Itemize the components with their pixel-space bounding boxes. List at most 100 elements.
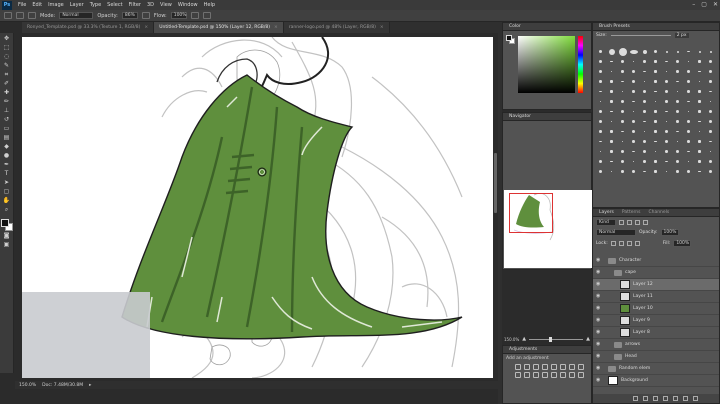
visibility-eye-icon[interactable]: ◉ (596, 378, 602, 383)
close-tab-icon[interactable]: × (144, 25, 148, 30)
layer-name[interactable]: Layer 9 (633, 318, 650, 323)
hue-saturation-icon[interactable] (560, 364, 566, 370)
status-arrow-icon[interactable]: ▸ (89, 383, 91, 388)
brush-preset-tip[interactable] (629, 77, 638, 86)
brush-preset-tip[interactable] (640, 127, 649, 136)
menu-3d[interactable]: 3D (144, 2, 157, 8)
lock-transparent-icon[interactable] (610, 241, 616, 246)
brush-preset-tip[interactable] (640, 57, 649, 66)
layer-opacity-field[interactable]: 100% (660, 229, 679, 236)
close-window-button[interactable]: ✕ (713, 1, 718, 8)
brush-preset-tip[interactable] (684, 117, 693, 126)
visibility-eye-icon[interactable]: ◉ (596, 294, 602, 299)
brush-preset-tip[interactable] (607, 127, 616, 136)
color-picker-field[interactable] (518, 36, 575, 93)
gradient-tool-icon[interactable]: ▤ (2, 134, 12, 142)
tab-channels[interactable]: Channels (645, 210, 672, 215)
quick-mask-icon[interactable]: ◙ (2, 232, 12, 240)
brush-preset-tip[interactable] (684, 147, 693, 156)
layer-row[interactable]: ◉ Random elem (593, 363, 719, 375)
crop-tool-icon[interactable]: ⌗ (2, 71, 12, 79)
brush-preset-tip[interactable] (651, 87, 660, 96)
brush-preset-tip[interactable] (596, 147, 605, 156)
layer-name[interactable]: Head (625, 354, 637, 359)
visibility-eye-icon[interactable]: ◉ (596, 306, 602, 311)
brush-preset-tip[interactable] (651, 127, 660, 136)
color-balance-icon[interactable] (569, 364, 575, 370)
filter-type-icon[interactable] (635, 220, 640, 225)
layer-name[interactable]: Layer 8 (633, 330, 650, 335)
brush-preset-tip[interactable] (629, 147, 638, 156)
opacity-field[interactable]: 86% (121, 12, 138, 19)
brush-preset-tip[interactable] (629, 107, 638, 116)
menu-type[interactable]: Type (87, 2, 104, 8)
layer-name[interactable]: Background (621, 378, 648, 383)
brush-preset-tip[interactable] (607, 167, 616, 176)
brush-preset-tip[interactable] (695, 107, 704, 116)
brush-preset-tip[interactable] (629, 97, 638, 106)
zoom-tool-icon[interactable]: ⌕ (2, 206, 12, 214)
brush-preset-tip[interactable] (695, 67, 704, 76)
hand-tool-icon[interactable]: ✋ (2, 197, 12, 205)
brush-preset-tip[interactable] (640, 97, 649, 106)
brush-preset-tip[interactable] (596, 57, 605, 66)
blend-mode-select[interactable]: Normal (596, 229, 636, 236)
brush-preset-tip[interactable] (629, 137, 638, 146)
brush-preset-tip[interactable] (596, 67, 605, 76)
history-brush-tool-icon[interactable]: ↺ (2, 116, 12, 124)
shape-tool-icon[interactable]: ▢ (2, 188, 12, 196)
brush-preset-tip[interactable] (651, 167, 660, 176)
layer-row[interactable]: ◉ Head (593, 351, 719, 363)
brush-preset-tip[interactable] (651, 157, 660, 166)
threshold-icon[interactable] (560, 372, 566, 378)
brush-preset-tip[interactable] (684, 107, 693, 116)
brush-preset-tip[interactable] (618, 107, 627, 116)
brush-preset-tip[interactable] (684, 97, 693, 106)
foreground-color-swatch[interactable] (0, 219, 9, 227)
brush-preset-tip[interactable] (651, 137, 660, 146)
zoom-readout[interactable]: 150.0% (19, 383, 36, 388)
channel-mixer-icon[interactable] (524, 372, 530, 378)
eraser-tool-icon[interactable]: ▭ (2, 125, 12, 133)
blur-tool-icon[interactable]: ◆ (2, 143, 12, 151)
clone-stamp-tool-icon[interactable]: ⊥ (2, 107, 12, 115)
brush-preset-tip[interactable] (706, 117, 715, 126)
layer-name[interactable]: cape (625, 270, 636, 275)
brush-preset-tip[interactable] (618, 57, 627, 66)
brush-preset-tip[interactable] (684, 77, 693, 86)
layer-name[interactable]: Character (619, 258, 641, 263)
add-mask-icon[interactable] (653, 396, 658, 401)
brush-preset-tip[interactable] (662, 107, 671, 116)
navigator-zoom-value[interactable]: 150.0% (504, 337, 519, 342)
brush-preset-tip[interactable] (673, 147, 682, 156)
brush-preset-tip[interactable] (607, 67, 616, 76)
brush-preset-tip[interactable] (629, 67, 638, 76)
eyedropper-tool-icon[interactable]: ✐ (2, 80, 12, 88)
brush-preset-tip[interactable] (629, 127, 638, 136)
brush-preset-tip[interactable] (640, 107, 649, 116)
brush-preset-tip[interactable] (596, 77, 605, 86)
visibility-eye-icon[interactable]: ◉ (596, 330, 602, 335)
brush-preset-tip[interactable] (662, 147, 671, 156)
close-tab-icon[interactable]: × (380, 25, 384, 30)
brush-preset-tip[interactable] (706, 67, 715, 76)
brush-preset-tip[interactable] (684, 47, 693, 56)
visibility-eye-icon[interactable]: ◉ (596, 342, 602, 347)
brush-preset-tip[interactable] (673, 137, 682, 146)
tab-layers[interactable]: Layers (596, 210, 617, 215)
brush-preset-tip[interactable] (662, 67, 671, 76)
brush-preset-tip[interactable] (618, 87, 627, 96)
document-tab[interactable]: Ronyed_Template.psd @ 33.3% (Texture 1, … (22, 22, 155, 33)
brush-preset-tip[interactable] (651, 97, 660, 106)
photo-filter-icon[interactable] (515, 372, 521, 378)
marquee-tool-icon[interactable]: ⬚ (2, 44, 12, 52)
move-tool-icon[interactable]: ✥ (2, 35, 12, 43)
brush-preset-tip[interactable] (662, 137, 671, 146)
brush-preset-tip[interactable] (684, 67, 693, 76)
brush-preset-tip[interactable] (695, 47, 704, 56)
zoom-in-icon[interactable]: ▲ (586, 336, 590, 342)
gradient-map-icon[interactable] (569, 372, 575, 378)
brush-preset-tip[interactable] (629, 47, 638, 56)
layer-row[interactable]: ◉ Character (593, 255, 719, 267)
brush-preset-tip[interactable] (629, 167, 638, 176)
